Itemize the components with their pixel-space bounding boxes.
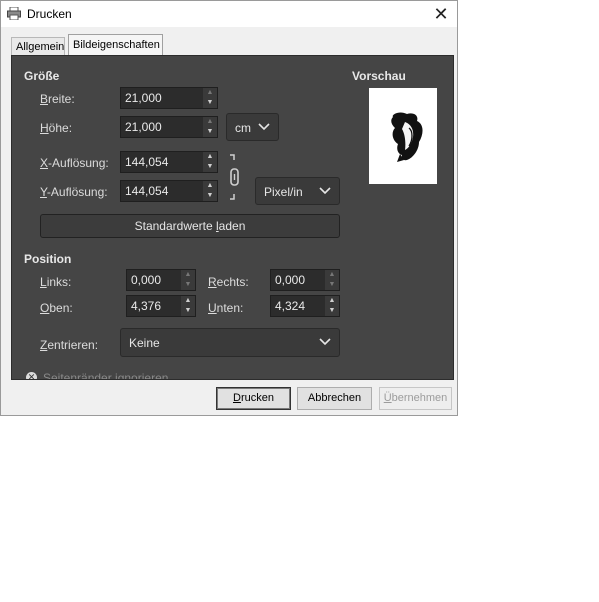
x-aufloesung-value[interactable]: 144,054: [125, 155, 168, 169]
groesse-heading: Größe: [24, 69, 60, 83]
vorschau-heading: Vorschau: [352, 69, 406, 83]
unten-spinbox[interactable]: 4,324 ▲ ▼: [270, 295, 340, 317]
close-icon: ✕: [433, 4, 449, 24]
chain-link-icon[interactable]: [228, 154, 242, 200]
checkbox-checked-icon[interactable]: ✕: [26, 372, 37, 379]
chevron-down-icon: [319, 187, 331, 195]
hoehe-value[interactable]: 21,000: [125, 120, 162, 134]
y-aufloesung-label: Y-Auflösung:: [40, 185, 108, 199]
rechts-label: Rechts:: [208, 275, 249, 289]
links-label: Links:: [40, 275, 72, 289]
size-unit-select[interactable]: cm: [226, 113, 279, 141]
resolution-unit-select[interactable]: Pixel/in: [255, 177, 340, 205]
position-heading: Position: [24, 252, 72, 266]
chevron-down-icon: [258, 123, 270, 131]
chevron-down-icon: [319, 338, 331, 346]
title-bar: Drucken ✕: [1, 1, 457, 27]
preview-image: [369, 88, 437, 184]
hoehe-decrement-button[interactable]: ▼: [203, 127, 217, 137]
x-aufloesung-spinbox[interactable]: 144,054 ▲ ▼: [120, 151, 218, 173]
ignore-margins-label: Seitenränder ignorieren: [43, 371, 169, 380]
hoehe-label: Höhe:: [40, 121, 73, 135]
unten-label: Unten:: [208, 301, 244, 315]
tab-allgemein[interactable]: Allgemein: [11, 37, 65, 55]
preview-drawing: [391, 112, 423, 162]
y-aufloesung-value[interactable]: 144,054: [125, 184, 168, 198]
unten-decrement-button[interactable]: ▼: [325, 306, 339, 316]
window-title: Drucken: [27, 7, 72, 21]
printer-icon: [7, 7, 21, 20]
oben-spinbox[interactable]: 4,376 ▲ ▼: [126, 295, 196, 317]
oben-label: Oben:: [40, 301, 73, 315]
uebernehmen-button[interactable]: Übernehmen: [379, 387, 452, 410]
links-decrement-button[interactable]: ▼: [181, 280, 195, 290]
hoehe-spinbox[interactable]: 21,000 ▲ ▼: [120, 116, 218, 138]
close-button[interactable]: ✕: [427, 2, 455, 26]
x-aufloesung-label: X-Auflösung:: [40, 156, 109, 170]
unten-value[interactable]: 4,324: [275, 299, 305, 313]
links-value[interactable]: 0,000: [131, 273, 161, 287]
resolution-unit-value: Pixel/in: [264, 185, 303, 199]
rechts-value[interactable]: 0,000: [275, 273, 305, 287]
rechts-decrement-button[interactable]: ▼: [325, 280, 339, 290]
x-aufloesung-decrement-button[interactable]: ▼: [203, 162, 217, 172]
breite-spinbox[interactable]: 21,000 ▲ ▼: [120, 87, 218, 109]
image-properties-panel: Größe Breite: 21,000 ▲ ▼ Höhe: 21,000 ▲ ▼ …: [11, 55, 454, 380]
abbrechen-button[interactable]: Abbrechen: [297, 387, 372, 410]
breite-decrement-button[interactable]: ▼: [203, 98, 217, 108]
y-aufloesung-decrement-button[interactable]: ▼: [203, 191, 217, 201]
breite-value[interactable]: 21,000: [125, 91, 162, 105]
oben-value[interactable]: 4,376: [131, 299, 161, 313]
size-unit-value: cm: [235, 121, 251, 135]
print-dialog: Drucken ✕ Allgemein Bildeigenschaften Gr…: [0, 0, 458, 416]
breite-label: Breite:: [40, 92, 75, 106]
zentrieren-select[interactable]: Keine: [120, 328, 340, 357]
links-spinbox[interactable]: 0,000 ▲ ▼: [126, 269, 196, 291]
zentrieren-value: Keine: [129, 336, 160, 350]
y-aufloesung-spinbox[interactable]: 144,054 ▲ ▼: [120, 180, 218, 202]
drucken-button[interactable]: Drucken: [216, 387, 291, 410]
oben-decrement-button[interactable]: ▼: [181, 306, 195, 316]
rechts-spinbox[interactable]: 0,000 ▲ ▼: [270, 269, 340, 291]
zentrieren-label: Zentrieren:: [40, 338, 99, 352]
reset-defaults-button[interactable]: Standardwerte laden: [40, 214, 340, 238]
tab-bildeigenschaften[interactable]: Bildeigenschaften: [68, 34, 163, 56]
